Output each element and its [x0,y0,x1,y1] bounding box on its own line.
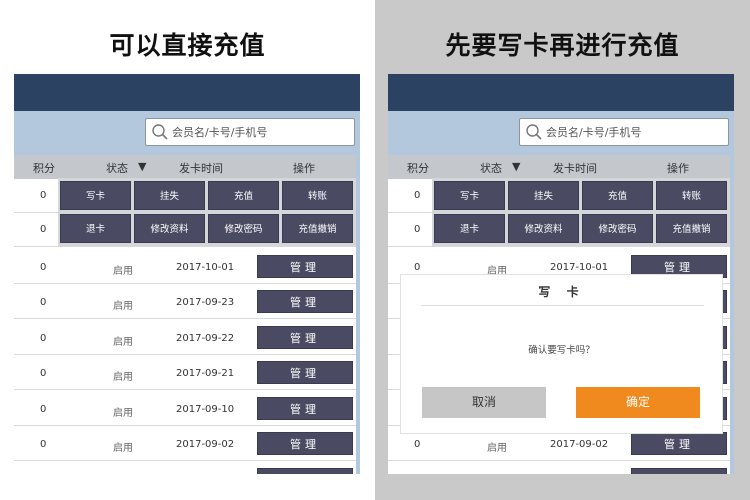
return-card-button[interactable]: 退卡 [434,214,505,243]
cell-status: 启用 [113,443,133,454]
cell-points: 0 [414,224,421,235]
header-points: 积分 [407,162,429,175]
cell-points: 0 [40,333,47,344]
scrollbar[interactable] [356,155,360,474]
right-heading: 先要写卡再进行充值 [445,31,680,60]
cell-points: 0 [414,439,421,450]
table-header: 积分 状态 ▼ 发卡时间 操作 [388,155,734,179]
table-row [388,462,734,474]
table-row: 0 启用 2017-10-01 管理 [14,249,360,284]
cell-points: 0 [40,190,47,201]
manage-button[interactable] [631,468,727,474]
cell-points: 0 [40,439,47,450]
change-password-button[interactable]: 修改密码 [582,214,653,243]
write-card-dialog: 写 卡 确认要写卡吗？ 取消 确定 [400,274,723,434]
report-loss-button[interactable]: 挂失 [508,181,579,210]
table-row: 0 启用 2017-09-02 管理 [14,426,360,461]
search-icon [152,124,168,140]
cell-date: 2017-09-21 [176,368,235,379]
manage-button[interactable]: 管理 [257,290,353,313]
search-area: 会员名/卡号/手机号 [14,111,360,155]
cell-status: 启用 [113,337,133,348]
transfer-button[interactable]: 转账 [282,181,353,210]
cell-date: 2017-10-01 [176,262,235,273]
cell-status: 启用 [113,408,133,419]
recharge-button[interactable]: 充值 [582,181,653,210]
cell-status: 启用 [113,372,133,383]
write-card-button[interactable]: 写卡 [60,181,131,210]
header-date: 发卡时间 [553,162,597,175]
cell-date: 2017-09-10 [176,404,235,415]
search-placeholder: 会员名/卡号/手机号 [172,126,268,139]
cell-date: 2017-09-02 [550,439,609,450]
cell-status: 启用 [113,266,133,277]
header-action: 操作 [293,162,315,175]
cell-date: 2017-09-23 [176,297,235,308]
left-panel: 可以直接充值 会员名/卡号/手机号 积分 状态 ▼ 发卡时间 操作 0 0 写卡… [0,0,375,500]
manage-button[interactable]: 管理 [257,397,353,420]
edit-profile-button[interactable]: 修改资料 [508,214,579,243]
edit-profile-button[interactable]: 修改资料 [134,214,205,243]
confirm-button[interactable]: 确定 [576,387,700,418]
top-bar [14,74,360,111]
header-action: 操作 [667,162,689,175]
left-screen: 会员名/卡号/手机号 积分 状态 ▼ 发卡时间 操作 0 0 写卡 挂失 充值 … [14,74,360,474]
search-input[interactable]: 会员名/卡号/手机号 [519,118,729,146]
right-panel: 先要写卡再进行充值 会员名/卡号/手机号 积分 状态 ▼ 发卡时间 操作 0 0 [375,0,750,500]
table-row: 0 启用 2017-09-22 管理 [14,320,360,355]
manage-button[interactable]: 管理 [257,432,353,455]
cancel-button[interactable]: 取消 [422,387,546,418]
cell-points: 0 [40,224,47,235]
triangle-down-icon[interactable]: ▼ [138,160,146,173]
table-row: 0 启用 2017-09-23 管理 [14,284,360,319]
search-icon [526,124,542,140]
cell-points: 0 [40,368,47,379]
dialog-divider [421,305,704,306]
header-date: 发卡时间 [179,162,223,175]
left-heading: 可以直接充值 [109,31,266,60]
write-card-button[interactable]: 写卡 [434,181,505,210]
cell-date: 2017-09-22 [176,333,235,344]
table-header: 积分 状态 ▼ 发卡时间 操作 [14,155,360,179]
header-points: 积分 [33,162,55,175]
cell-points: 0 [40,297,47,308]
manage-button[interactable]: 管理 [257,326,353,349]
search-input[interactable]: 会员名/卡号/手机号 [145,118,355,146]
report-loss-button[interactable]: 挂失 [134,181,205,210]
manage-button[interactable]: 管理 [257,361,353,384]
right-screen: 会员名/卡号/手机号 积分 状态 ▼ 发卡时间 操作 0 0 写卡 挂失 充值 … [388,74,734,474]
scrollbar[interactable] [730,155,734,474]
header-status[interactable]: 状态 [106,160,128,176]
return-card-button[interactable]: 退卡 [60,214,131,243]
change-password-button[interactable]: 修改密码 [208,214,279,243]
manage-button[interactable]: 管理 [257,255,353,278]
cell-date: 2017-10-01 [550,262,609,273]
triangle-down-icon[interactable]: ▼ [512,160,520,173]
manage-button[interactable]: 管理 [631,432,727,455]
recharge-button[interactable]: 充值 [208,181,279,210]
undo-recharge-button[interactable]: 充值撤销 [656,214,727,243]
search-placeholder: 会员名/卡号/手机号 [546,126,642,139]
search-area: 会员名/卡号/手机号 [388,111,734,155]
dialog-title: 写 卡 [538,285,585,299]
operations-menu: 写卡 挂失 充值 转账 退卡 修改资料 修改密码 充值撤销 [58,178,356,246]
operations-menu: 写卡 挂失 充值 转账 退卡 修改资料 修改密码 充值撤销 [432,178,730,246]
cell-date: 2017-09-02 [176,439,235,450]
cell-points: 0 [414,190,421,201]
dialog-message: 确认要写卡吗？ [528,345,595,356]
table-row: 0 启用 2017-09-21 管理 [14,355,360,390]
manage-button[interactable] [257,468,353,474]
table-row [14,462,360,474]
undo-recharge-button[interactable]: 充值撤销 [282,214,353,243]
cell-points: 0 [414,262,421,273]
cell-status: 启用 [487,443,507,454]
transfer-button[interactable]: 转账 [656,181,727,210]
header-status[interactable]: 状态 [480,160,502,176]
table-row: 0 启用 2017-09-10 管理 [14,391,360,426]
cell-status: 启用 [113,301,133,312]
cell-points: 0 [40,262,47,273]
top-bar [388,74,734,111]
cell-points: 0 [40,404,47,415]
